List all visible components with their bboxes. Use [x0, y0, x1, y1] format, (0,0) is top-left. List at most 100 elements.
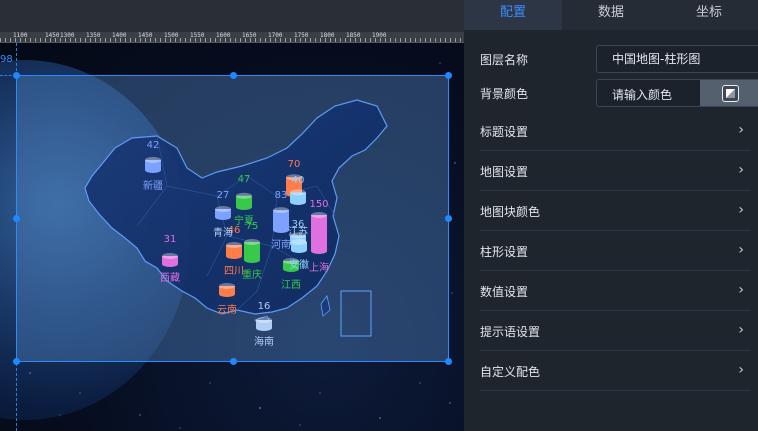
color-picker-button[interactable]	[700, 80, 758, 106]
resize-handle-top[interactable]	[230, 72, 237, 79]
bar-value-label: 16	[257, 301, 271, 312]
ruler-label: 1550	[190, 32, 205, 39]
tab-data[interactable]: 数据	[562, 0, 660, 30]
bar-value-label: 42	[146, 140, 160, 151]
map-bar-base	[291, 247, 307, 253]
province-label: 江苏	[288, 227, 308, 238]
map-bar-top	[311, 212, 327, 218]
guide-position-readout: 98	[0, 54, 13, 65]
ruler-label: 1100	[13, 32, 28, 39]
resize-handle-top-left[interactable]	[13, 72, 20, 79]
province-label: 四川	[224, 266, 244, 277]
map-bar-top	[215, 206, 231, 212]
province-label: 西藏	[160, 273, 180, 284]
section-value-settings[interactable]: 数值设置 ›	[480, 271, 750, 311]
map-bar-base	[244, 257, 260, 263]
chevron-right-icon: ›	[738, 122, 744, 138]
config-panel: 配置 数据 坐标 图层名称 中国地图-柱形图 背景颜色 请输入颜色 标题设置 ›…	[464, 0, 758, 431]
bar-value-label: 47	[237, 174, 251, 185]
section-label: 提示语设置	[480, 325, 541, 339]
section-label: 数值设置	[480, 285, 529, 299]
bar-value-label: 31	[163, 234, 177, 245]
bar-value-label: 83	[274, 190, 288, 201]
map-bar-top	[273, 207, 289, 214]
panel-tabs: 配置 数据 坐标	[464, 0, 758, 30]
map-bar-base	[273, 227, 289, 233]
section-label: 地图块颜色	[480, 205, 541, 219]
canvas-toolbar	[0, 0, 464, 32]
ruler-label: 1300	[60, 32, 75, 39]
map-bar-top	[162, 253, 178, 259]
map-bar-top	[290, 189, 306, 196]
map-bar-base	[290, 199, 306, 205]
map-bar-base	[215, 214, 231, 220]
resize-handle-bottom-right[interactable]	[445, 358, 452, 365]
section-label: 自定义配色	[480, 365, 541, 379]
ruler-label: 1650	[242, 32, 257, 39]
ruler-label: 1750	[294, 32, 309, 39]
canvas-area[interactable]: 1100 1450 1300 1350 1400 1450 1500 1550 …	[0, 0, 464, 431]
taiwan-shape	[320, 295, 331, 317]
layer-name-row: 图层名称 中国地图-柱形图	[480, 45, 758, 73]
map-bar-top	[256, 317, 272, 323]
map-bar-base	[226, 253, 242, 259]
resize-handle-bottom-left[interactable]	[13, 358, 20, 365]
section-map-settings[interactable]: 地图设置 ›	[480, 151, 750, 191]
section-custom-colors[interactable]: 自定义配色 ›	[480, 351, 750, 391]
resize-handle-top-right[interactable]	[445, 72, 452, 79]
bar-value-label: 27	[216, 190, 230, 201]
china-map-bar-component[interactable]: 42 27 47 70 40 83 150 36 31 46 75 16 新疆 …	[13, 72, 452, 365]
map-bar-top	[236, 192, 252, 199]
section-bar-settings[interactable]: 柱形设置 ›	[480, 231, 750, 271]
ruler-label: 1350	[86, 32, 101, 39]
resize-handle-bottom[interactable]	[230, 358, 237, 365]
map-bar	[311, 215, 327, 251]
resize-handle-right[interactable]	[445, 215, 452, 222]
resize-handle-left[interactable]	[13, 215, 20, 222]
ruler-labels: 1100 1450 1300 1350 1400 1450 1500 1550 …	[0, 32, 464, 40]
chevron-right-icon: ›	[738, 162, 744, 178]
layer-name-label: 图层名称	[480, 53, 529, 67]
province-label: 海南	[254, 337, 274, 348]
map-bar-top	[244, 239, 260, 245]
chevron-right-icon: ›	[738, 362, 744, 378]
tab-coordinates[interactable]: 坐标	[660, 0, 758, 30]
province-label: 重庆	[242, 270, 262, 281]
bg-color-input[interactable]: 请输入颜色	[596, 79, 758, 107]
section-label: 标题设置	[480, 125, 529, 139]
ruler-label: 1900	[372, 32, 387, 39]
province-label: 云南	[217, 305, 237, 316]
map-bar-base	[311, 248, 327, 254]
province-label: 青海	[213, 228, 233, 239]
section-tooltip-settings[interactable]: 提示语设置 ›	[480, 311, 750, 351]
bar-value-label: 70	[287, 159, 301, 170]
map-bar-base	[145, 167, 161, 173]
province-label: 河南	[271, 240, 291, 251]
chevron-right-icon: ›	[738, 202, 744, 218]
province-label: 宁夏	[234, 216, 254, 227]
map-bar-top	[145, 156, 161, 163]
map-bar-top	[219, 283, 235, 289]
bg-color-label: 背景颜色	[480, 87, 529, 101]
ruler-label: 1450	[45, 32, 60, 39]
ruler-label: 1450	[138, 32, 153, 39]
ruler-label: 1600	[216, 32, 231, 39]
province-label: 上海	[309, 263, 329, 274]
province-label: 安徽	[289, 260, 309, 271]
section-map-block-color[interactable]: 地图块颜色 ›	[480, 191, 750, 231]
bg-color-placeholder: 请输入颜色	[612, 88, 673, 102]
section-label: 地图设置	[480, 165, 529, 179]
map-bar-top	[226, 241, 242, 248]
section-label: 柱形设置	[480, 245, 529, 259]
south-sea-inset	[340, 290, 372, 337]
bar-value-label: 40	[291, 175, 305, 186]
map-bar-base	[219, 291, 235, 297]
layer-name-input[interactable]: 中国地图-柱形图	[596, 45, 758, 73]
chevron-right-icon: ›	[738, 282, 744, 298]
bar-value-label: 150	[309, 199, 329, 210]
ruler-label: 1700	[268, 32, 283, 39]
map-bar-base	[256, 325, 272, 331]
tab-config[interactable]: 配置	[464, 0, 562, 30]
chevron-right-icon: ›	[738, 242, 744, 258]
section-title-settings[interactable]: 标题设置 ›	[480, 111, 750, 151]
